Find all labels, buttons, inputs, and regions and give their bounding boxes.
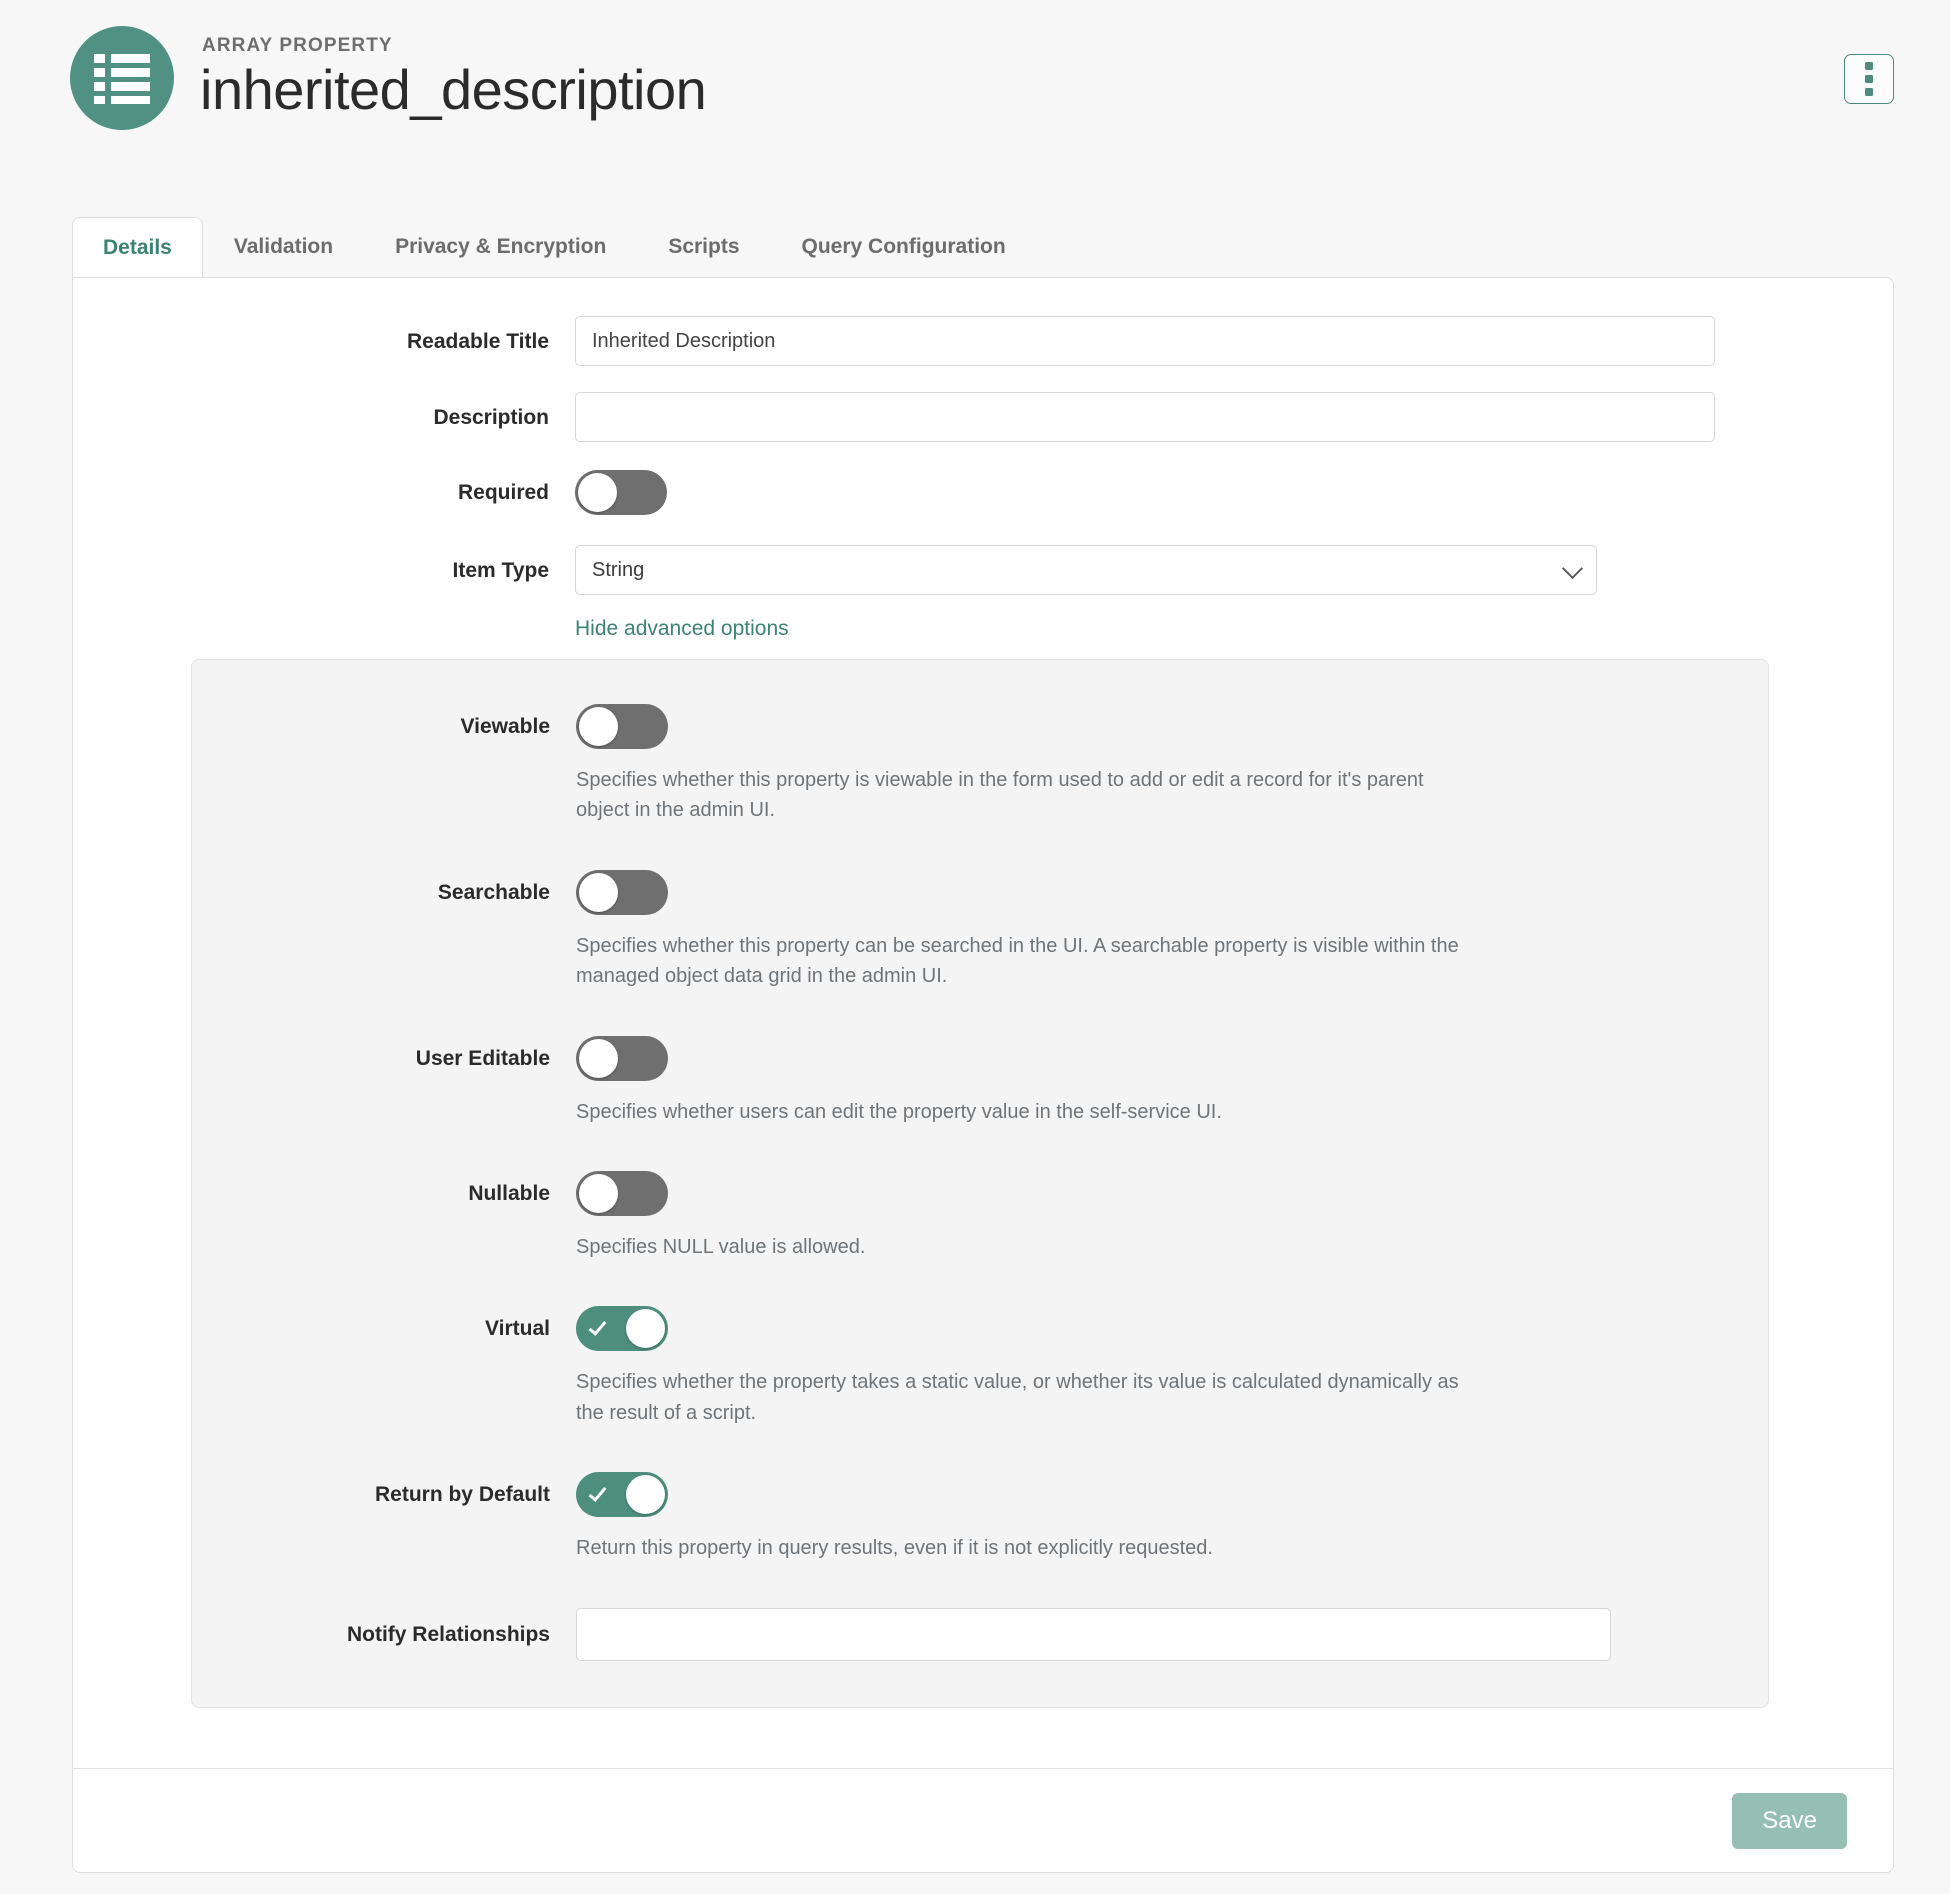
kebab-menu-button[interactable] <box>1844 54 1894 104</box>
description-label: Description <box>433 406 549 429</box>
searchable-label: Searchable <box>437 880 550 904</box>
field-description: Description <box>73 392 1893 442</box>
toggle-knob <box>626 1309 665 1349</box>
field-virtual: Virtual Specifies whether the property t… <box>192 1306 1768 1428</box>
virtual-label: Virtual <box>485 1317 550 1341</box>
toggle-knob <box>626 1475 665 1515</box>
list-icon <box>94 52 150 104</box>
field-notify-relationships: Notify Relationships <box>192 1607 1768 1661</box>
page-header: ARRAY PROPERTY inherited_description <box>70 26 707 130</box>
kebab-menu-icon-dot <box>1865 88 1873 96</box>
kebab-menu-icon-dot <box>1865 62 1873 70</box>
viewable-toggle[interactable] <box>576 704 668 749</box>
virtual-help-text: Specifies whether the property takes a s… <box>576 1371 1459 1424</box>
user-editable-toggle[interactable] <box>576 1035 668 1081</box>
virtual-toggle[interactable] <box>576 1306 668 1352</box>
toggle-knob <box>579 872 618 912</box>
page-title: inherited_description <box>200 58 707 122</box>
viewable-label: Viewable <box>460 715 551 738</box>
item-type-select[interactable]: String <box>575 545 1597 595</box>
field-readable-title: Readable Title <box>73 316 1893 366</box>
card-footer: Save <box>73 1768 1893 1872</box>
tab-scripts[interactable]: Scripts <box>637 216 770 276</box>
field-required: Required <box>73 470 1893 515</box>
kebab-menu-icon-dot <box>1865 75 1873 83</box>
nullable-label: Nullable <box>468 1181 550 1205</box>
nullable-toggle[interactable] <box>576 1170 668 1216</box>
return-by-default-label: Return by Default <box>374 1483 550 1507</box>
return-by-default-help-text: Return this property in query results, e… <box>576 1537 1213 1560</box>
viewable-help-text: Specifies whether this property is viewa… <box>576 769 1424 822</box>
check-icon <box>588 1483 607 1503</box>
readable-title-input[interactable] <box>575 316 1715 366</box>
details-form: Readable Title Description Required <box>73 278 1893 1708</box>
item-type-value: String <box>575 545 1597 595</box>
toggle-knob <box>579 1173 618 1213</box>
searchable-toggle[interactable] <box>576 869 668 915</box>
tab-bar: Details Validation Privacy & Encryption … <box>72 216 1037 277</box>
hide-advanced-options-link[interactable]: Hide advanced options <box>575 617 789 641</box>
notify-relationships-input[interactable] <box>576 1607 1611 1661</box>
field-nullable: Nullable Specifies NULL value is allowed… <box>192 1170 1768 1262</box>
toggle-knob <box>578 473 617 512</box>
item-type-label: Item Type <box>452 559 549 582</box>
user-editable-help-text: Specifies whether users can edit the pro… <box>576 1100 1222 1123</box>
description-input[interactable] <box>575 392 1715 442</box>
tab-privacy-encryption[interactable]: Privacy & Encryption <box>364 216 637 276</box>
field-return-by-default: Return by Default Return this property i… <box>192 1472 1768 1563</box>
user-editable-label: User Editable <box>415 1046 550 1070</box>
save-button[interactable]: Save <box>1732 1792 1847 1849</box>
searchable-help-text: Specifies whether this property can be s… <box>576 934 1459 988</box>
tab-details[interactable]: Details <box>72 217 203 277</box>
advanced-options-panel: Viewable Specifies whether this property… <box>191 659 1769 1708</box>
tab-validation[interactable]: Validation <box>203 216 364 276</box>
readable-title-label: Readable Title <box>407 330 549 353</box>
page-eyebrow: ARRAY PROPERTY <box>202 35 393 57</box>
tab-query-configuration[interactable]: Query Configuration <box>771 216 1037 276</box>
field-viewable: Viewable Specifies whether this property… <box>192 704 1768 826</box>
avatar <box>70 26 174 130</box>
required-label: Required <box>457 481 549 504</box>
check-icon <box>588 1317 607 1337</box>
field-user-editable: User Editable Specifies whether users ca… <box>192 1035 1768 1127</box>
property-detail-page: ARRAY PROPERTY inherited_description Det… <box>0 0 1950 1894</box>
details-card: Readable Title Description Required <box>72 277 1894 1873</box>
nullable-help-text: Specifies NULL value is allowed. <box>576 1235 866 1258</box>
advanced-options-row: Hide advanced options <box>73 617 1893 641</box>
required-toggle[interactable] <box>575 470 667 515</box>
notify-relationships-label: Notify Relationships <box>346 1622 550 1646</box>
toggle-knob <box>579 1038 618 1078</box>
field-item-type: Item Type String <box>73 545 1893 595</box>
return-by-default-toggle[interactable] <box>576 1472 668 1518</box>
toggle-knob <box>579 707 618 746</box>
field-searchable: Searchable Specifies whether this proper… <box>192 869 1768 992</box>
